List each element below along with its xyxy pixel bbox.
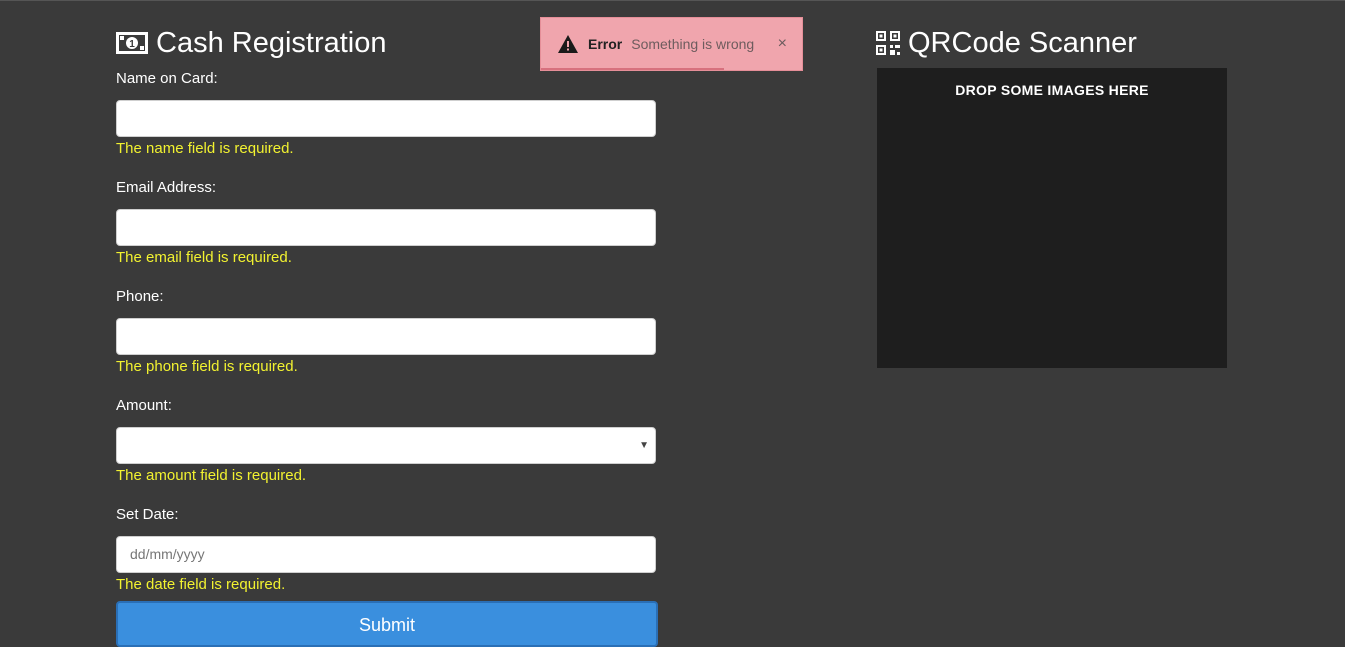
date-input[interactable]: dd/mm/yyyy xyxy=(116,536,656,573)
qr-scanner-title: QRCode Scanner xyxy=(908,26,1137,59)
email-label: Email Address: xyxy=(116,179,217,196)
name-field-group: Name on Card: The name field is required… xyxy=(116,70,658,158)
dropdown-arrow-icon: ▼ xyxy=(639,440,649,451)
drop-zone-text: DROP SOME IMAGES HERE xyxy=(955,82,1149,98)
toast-title: Error xyxy=(588,36,623,52)
amount-select[interactable]: ▼ xyxy=(116,427,656,464)
phone-input[interactable] xyxy=(116,318,656,355)
name-error: The name field is required. xyxy=(116,140,294,157)
svg-text:1: 1 xyxy=(129,39,135,50)
amount-label: Amount: xyxy=(116,397,172,414)
date-label: Set Date: xyxy=(116,506,179,523)
date-error: The date field is required. xyxy=(116,576,286,593)
warning-icon xyxy=(558,35,578,53)
amount-error: The amount field is required. xyxy=(116,467,307,484)
name-label: Name on Card: xyxy=(116,70,218,87)
date-field-group: Set Date: dd/mm/yyyy The date field is r… xyxy=(116,506,658,594)
toast-message: Something is wrong xyxy=(631,36,755,52)
phone-error: The phone field is required. xyxy=(116,358,298,375)
email-field-group: Email Address: The email field is requir… xyxy=(116,179,658,267)
name-input[interactable] xyxy=(116,100,656,137)
qr-scanner-heading: QRCode Scanner xyxy=(876,26,1228,60)
phone-field-group: Phone: The phone field is required. xyxy=(116,288,658,376)
money-bill-icon: 1 xyxy=(116,32,148,54)
close-icon[interactable]: × xyxy=(778,35,787,53)
amount-field-group: Amount: ▼ The amount field is required. xyxy=(116,397,658,485)
cash-registration-title: Cash Registration xyxy=(156,26,387,59)
top-border xyxy=(0,0,1345,1)
toast-progress-bar xyxy=(541,68,724,70)
email-input[interactable] xyxy=(116,209,656,246)
email-error: The email field is required. xyxy=(116,249,292,266)
cash-registration-form: 1 Cash Registration Name on Card: The na… xyxy=(116,26,658,594)
image-drop-zone[interactable]: DROP SOME IMAGES HERE xyxy=(877,68,1227,368)
qr-scanner-section: QRCode Scanner xyxy=(876,26,1228,60)
submit-button[interactable]: Submit xyxy=(116,601,658,647)
error-toast: Error Something is wrong × xyxy=(540,17,803,71)
phone-label: Phone: xyxy=(116,288,164,305)
qrcode-icon xyxy=(876,31,900,55)
